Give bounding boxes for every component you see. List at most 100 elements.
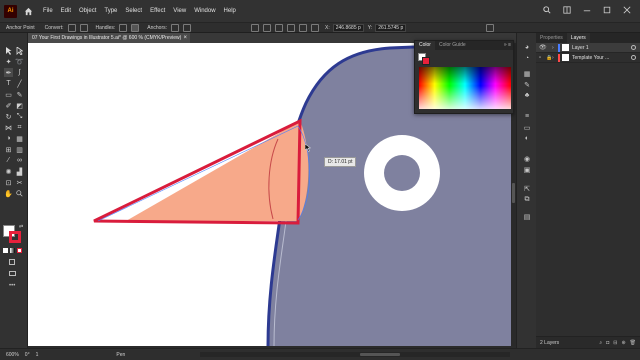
stroke-panel-icon[interactable]: ≡: [523, 113, 531, 120]
delete-layer-icon[interactable]: 🗑: [630, 340, 636, 346]
color-panel-stroke-swatch[interactable]: [422, 57, 430, 65]
scale-tool-icon[interactable]: ⤡: [15, 112, 24, 121]
vertical-scroll-thumb[interactable]: [512, 183, 515, 203]
color-panel-menu-icon[interactable]: » ≡: [504, 41, 511, 50]
symbols-panel-icon[interactable]: ♣: [523, 92, 531, 99]
symbol-sprayer-tool-icon[interactable]: ✺: [4, 167, 13, 176]
eyedropper-tool-icon[interactable]: ⁄: [4, 156, 13, 165]
artboards-panel-icon[interactable]: ⧉: [523, 196, 531, 203]
arrange-documents-icon[interactable]: [562, 5, 572, 15]
gradient-panel-icon[interactable]: ▭: [523, 124, 531, 132]
type-tool-icon[interactable]: T: [4, 79, 13, 88]
blend-tool-icon[interactable]: ∞: [15, 156, 24, 165]
show-handles-icon[interactable]: [119, 23, 128, 32]
shaper-tool-icon[interactable]: ✐: [4, 101, 13, 110]
horizontal-scroll-thumb[interactable]: [360, 353, 400, 356]
visibility-eye-icon[interactable]: ▫: [539, 55, 546, 61]
screen-mode-icon[interactable]: [9, 271, 16, 276]
graph-tool-icon[interactable]: ▟: [15, 167, 24, 176]
connect-anchor-icon[interactable]: [183, 23, 192, 32]
tab-properties[interactable]: Properties: [536, 33, 567, 43]
brushes-panel-icon[interactable]: ✎: [523, 81, 531, 89]
draw-mode-icon[interactable]: [9, 259, 15, 265]
align-right-icon[interactable]: [275, 23, 284, 32]
hand-tool-icon[interactable]: ✋: [4, 189, 13, 198]
align-left-icon[interactable]: [251, 23, 260, 32]
minimize-icon[interactable]: [582, 5, 592, 15]
color-guide-panel-icon[interactable]: ◔: [523, 55, 531, 62]
swatches-panel-icon[interactable]: ▦: [523, 70, 531, 78]
none-mode-icon[interactable]: [17, 248, 22, 253]
export-panel-icon[interactable]: ⇱: [523, 185, 531, 193]
layer-row[interactable]: 👁 › Layer 1: [536, 43, 640, 53]
new-layer-icon[interactable]: ⊕: [621, 340, 625, 346]
graphic-styles-panel-icon[interactable]: ▣: [523, 166, 531, 174]
artboard-tool-icon[interactable]: ⊡: [4, 178, 13, 187]
swap-fill-stroke-icon[interactable]: ⇄: [19, 224, 23, 230]
layer-target-icon[interactable]: [631, 55, 636, 60]
visibility-eye-icon[interactable]: 👁: [539, 44, 547, 51]
color-panel-icon[interactable]: ◕: [523, 44, 531, 51]
locate-object-icon[interactable]: ⌕: [599, 340, 602, 346]
pen-tool-icon[interactable]: ✒: [4, 68, 13, 77]
search-icon[interactable]: [542, 5, 552, 15]
menu-object[interactable]: Object: [79, 8, 96, 14]
rectangle-tool-icon[interactable]: ▭: [4, 90, 13, 99]
document-tab[interactable]: 07 Your First Drawings in Illustrator 5.…: [28, 33, 190, 43]
lasso-tool-icon[interactable]: ➰: [15, 57, 24, 66]
align-bottom-icon[interactable]: [311, 23, 320, 32]
menu-window[interactable]: Window: [194, 8, 215, 14]
appearance-panel-icon[interactable]: ◉: [523, 155, 531, 163]
color-spectrum[interactable]: [419, 67, 511, 109]
hide-handles-icon[interactable]: [131, 23, 140, 32]
close-document-icon[interactable]: ×: [183, 33, 187, 43]
tab-layers[interactable]: Layers: [566, 33, 590, 43]
convert-smooth-icon[interactable]: [79, 23, 88, 32]
direct-selection-tool-icon[interactable]: [15, 46, 24, 55]
clipping-mask-icon[interactable]: ◘: [606, 340, 609, 346]
align-middle-icon[interactable]: [299, 23, 308, 32]
menu-edit[interactable]: Edit: [61, 8, 71, 14]
home-icon[interactable]: [21, 4, 35, 18]
current-tool-status[interactable]: Pen: [116, 352, 125, 358]
transform-icon[interactable]: [486, 23, 495, 32]
close-icon[interactable]: [622, 5, 632, 15]
convert-corner-icon[interactable]: [67, 23, 76, 32]
color-mode-icon[interactable]: [3, 248, 8, 253]
maximize-icon[interactable]: [602, 5, 612, 15]
shape-builder-tool-icon[interactable]: ◑: [4, 134, 13, 143]
tab-color[interactable]: Color: [415, 41, 435, 50]
layer-name[interactable]: Template Your ...: [572, 55, 631, 61]
tab-color-guide[interactable]: Color Guide: [435, 41, 470, 50]
stroke-swatch[interactable]: [9, 231, 21, 243]
zoom-level[interactable]: 600%: [6, 352, 19, 358]
mesh-tool-icon[interactable]: ⊞: [4, 145, 13, 154]
horizontal-scrollbar[interactable]: [200, 352, 510, 357]
width-tool-icon[interactable]: ⋈: [4, 123, 13, 132]
menu-file[interactable]: File: [43, 8, 53, 14]
menu-type[interactable]: Type: [104, 8, 117, 14]
remove-anchor-icon[interactable]: [171, 23, 180, 32]
layer-row[interactable]: ▫ 🔒 › Template Your ...: [536, 53, 640, 63]
y-coordinate-field[interactable]: 261.5745 p: [375, 23, 407, 32]
paintbrush-tool-icon[interactable]: ✎: [15, 90, 24, 99]
slice-tool-icon[interactable]: ✂: [15, 178, 24, 187]
gradient-tool-icon[interactable]: ▥: [15, 145, 24, 154]
menu-effect[interactable]: Effect: [150, 8, 165, 14]
rotation-angle[interactable]: 0°: [25, 352, 30, 358]
perspective-grid-tool-icon[interactable]: ▦: [15, 134, 24, 143]
more-tools-icon[interactable]: •••: [9, 283, 15, 289]
rotate-tool-icon[interactable]: ↻: [4, 112, 13, 121]
magic-wand-tool-icon[interactable]: ✦: [4, 57, 13, 66]
transparency-panel-icon[interactable]: ◐: [523, 135, 531, 142]
line-segment-tool-icon[interactable]: ╱: [15, 79, 24, 88]
selection-tool-icon[interactable]: [4, 46, 13, 55]
new-sublayer-icon[interactable]: ⊟: [613, 340, 617, 346]
eraser-tool-icon[interactable]: ◩: [15, 101, 24, 110]
comments-panel-icon[interactable]: ▤: [523, 213, 531, 221]
x-coordinate-field[interactable]: 246.8685 p: [332, 23, 364, 32]
align-center-icon[interactable]: [263, 23, 272, 32]
menu-help[interactable]: Help: [224, 8, 236, 14]
gradient-mode-icon[interactable]: [10, 248, 15, 253]
curvature-tool-icon[interactable]: ∫: [15, 68, 24, 77]
